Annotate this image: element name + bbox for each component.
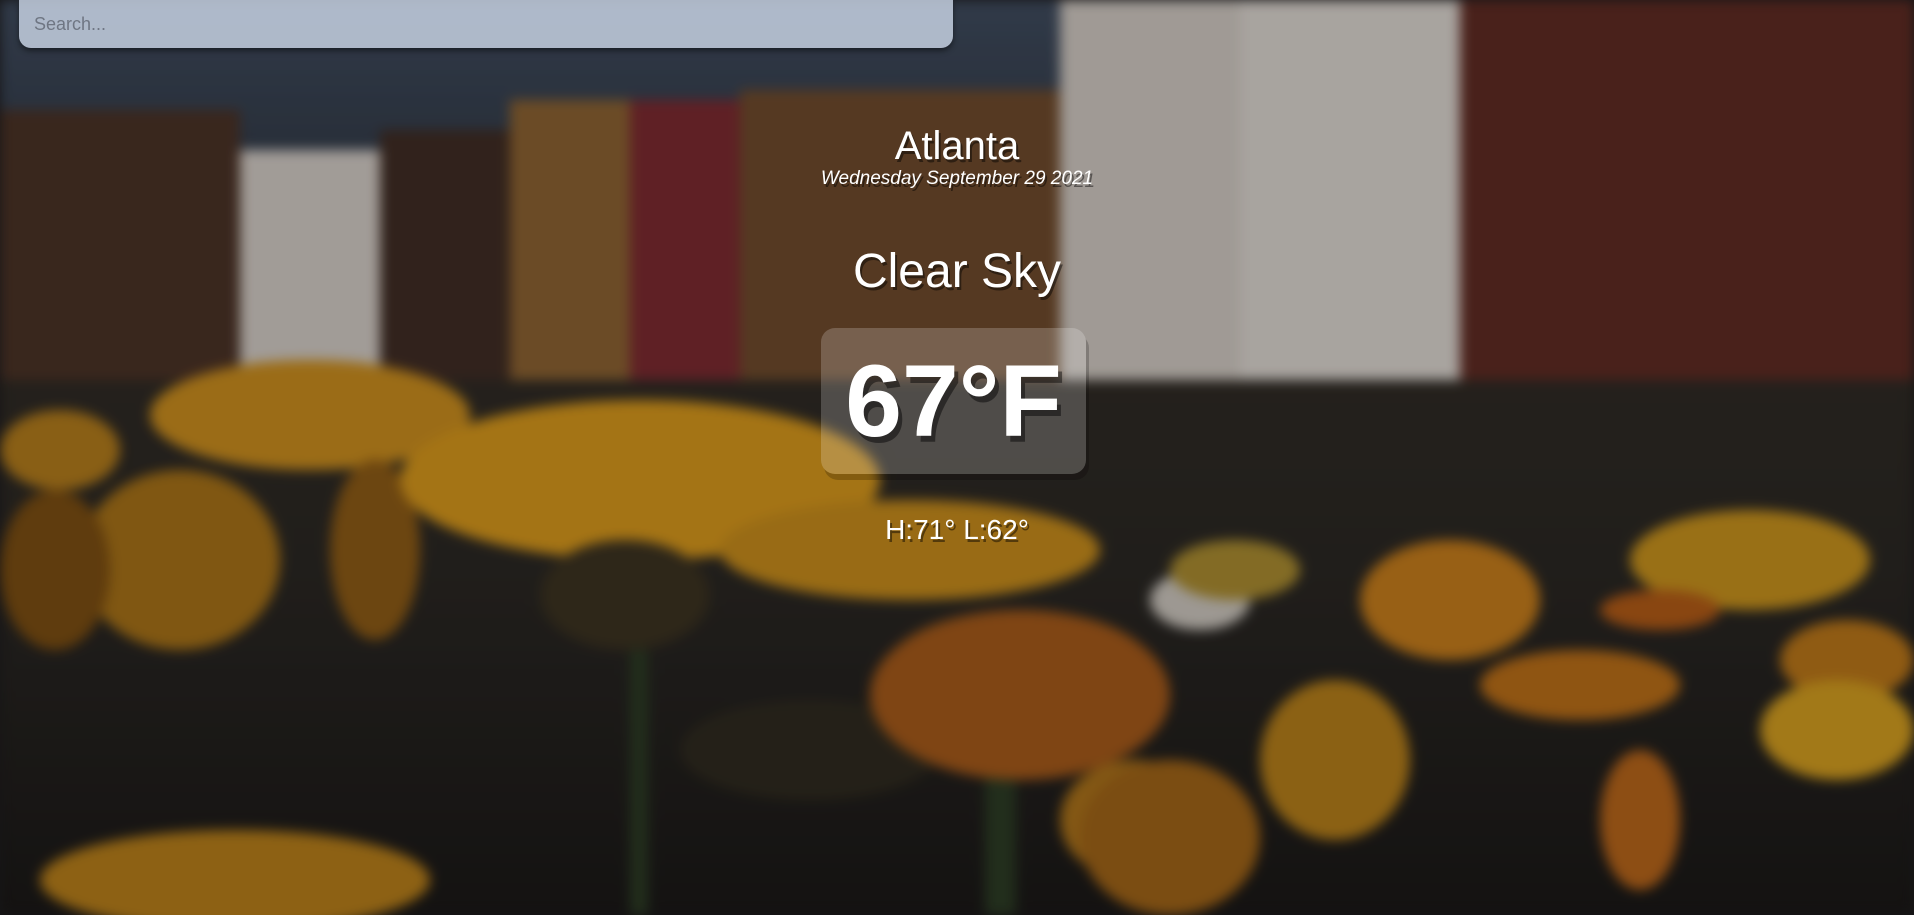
search-input[interactable] [19, 0, 953, 48]
search-bar[interactable] [19, 0, 953, 48]
city-name: Atlanta [894, 124, 1020, 168]
weather-condition: Clear Sky [852, 245, 1062, 298]
temperature-card: 67°F [821, 328, 1086, 474]
high-low-temperature: H:71° L:62° [885, 514, 1029, 545]
weather-app: Atlanta Wednesday September 29 2021 Clea… [0, 0, 1914, 915]
current-temperature: 67°F [845, 344, 1062, 458]
current-date: Wednesday September 29 2021 [820, 168, 1094, 189]
